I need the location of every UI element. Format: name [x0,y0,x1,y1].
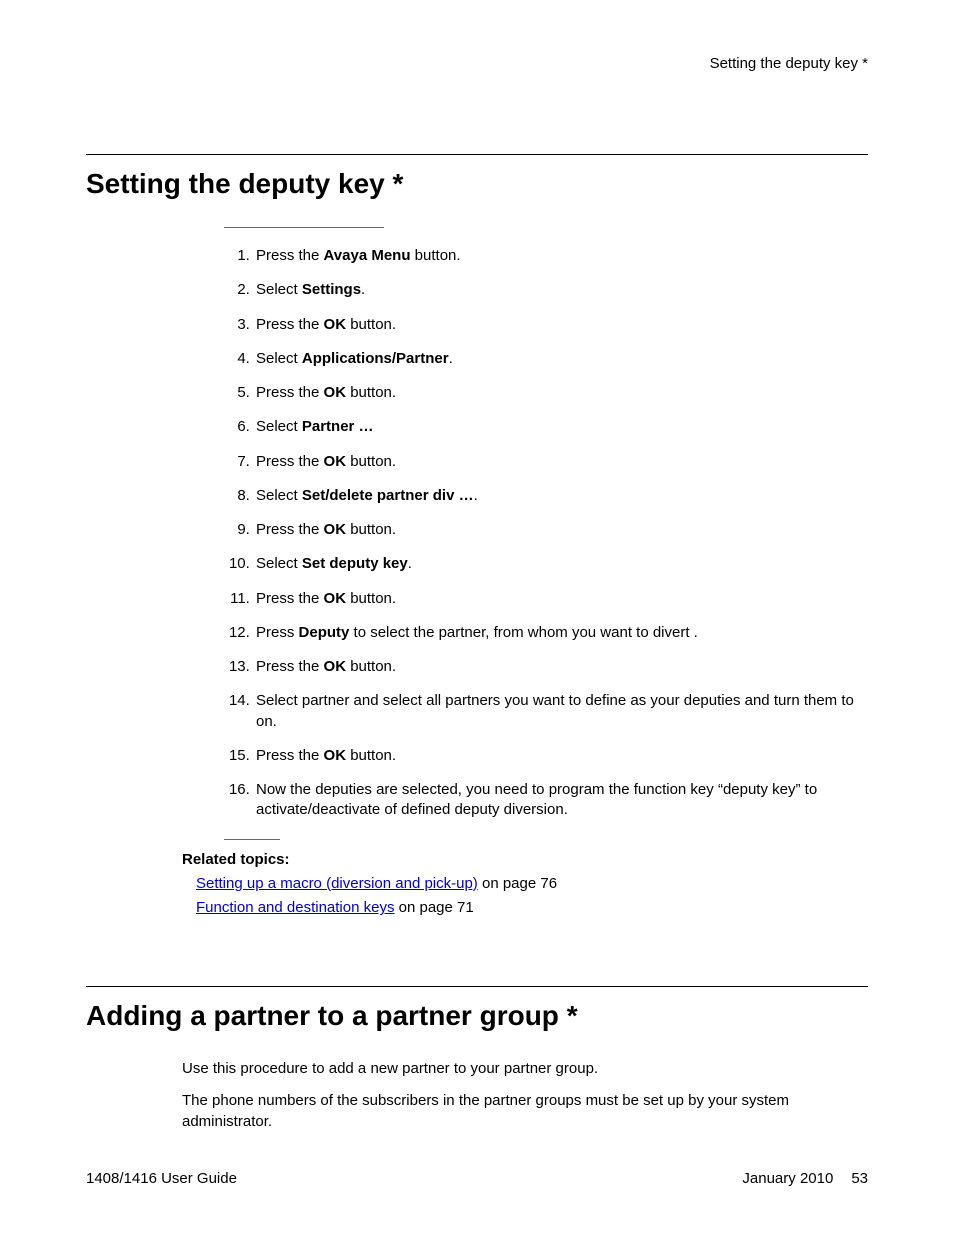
step-bold-term: OK [324,384,347,401]
paragraph: The phone numbers of the subscribers in … [182,1091,868,1132]
step-bold-term: OK [324,521,347,538]
step-bold-term: Settings [302,281,361,298]
step-bold-term: Deputy [299,624,350,641]
step-item: Select Set deputy key. [254,554,868,574]
step-item: Press the OK button. [254,383,868,403]
steps-block: Press the Avaya Menu button. Select Setti… [224,227,868,840]
related-link-line: Setting up a macro (diversion and pick-u… [196,874,868,894]
step-item: Press the OK button. [254,520,868,540]
step-bold-term: OK [324,747,347,764]
section-title-adding-partner: Adding a partner to a partner group * [86,997,868,1035]
paragraph: Use this procedure to add a new partner … [182,1059,868,1079]
page: Setting the deputy key * Setting the dep… [0,0,954,1235]
page-footer: 1408/1416 User Guide January 2010 53 [86,1169,868,1189]
step-bold-term: Applications/Partner [302,350,449,367]
footer-date: January 2010 [742,1169,833,1189]
step-item: Press the OK button. [254,657,868,677]
related-link[interactable]: Function and destination keys [196,899,394,916]
section-rule [86,154,868,155]
step-bold-term: Set/delete partner div … [302,487,474,504]
step-item: Press the OK button. [254,452,868,472]
section-title-setting-deputy: Setting the deputy key * [86,165,868,203]
step-bold-term: Set deputy key [302,555,408,572]
step-item: Press Deputy to select the partner, from… [254,623,868,643]
section-rule [86,986,868,987]
related-link[interactable]: Setting up a macro (diversion and pick-u… [196,875,478,892]
step-item: Select Set/delete partner div …. [254,486,868,506]
step-bold-term: OK [324,453,347,470]
running-header: Setting the deputy key * [86,54,868,74]
related-topics: Related topics: Setting up a macro (dive… [182,850,868,919]
steps-list: Press the Avaya Menu button. Select Setti… [224,246,868,821]
related-link-line: Function and destination keys on page 71 [196,898,868,918]
footer-page-number: 53 [851,1169,868,1189]
step-item: Press the OK button. [254,589,868,609]
step-item: Press the Avaya Menu button. [254,246,868,266]
step-item: Now the deputies are selected, you need … [254,780,868,821]
short-rule [224,227,384,228]
step-bold-term: Partner … [302,418,374,435]
step-bold-term: OK [324,316,347,333]
step-bold-term: OK [324,590,347,607]
step-item: Select Settings. [254,280,868,300]
tiny-rule [224,839,280,840]
step-bold-term: Avaya Menu [324,247,411,264]
footer-guide-name: 1408/1416 User Guide [86,1169,237,1189]
step-item: Press the OK button. [254,315,868,335]
step-item: Select Partner … [254,417,868,437]
step-bold-term: OK [324,658,347,675]
step-item: Select partner and select all partners y… [254,691,868,732]
step-item: Select Applications/Partner. [254,349,868,369]
related-title: Related topics: [182,850,868,870]
related-links: Setting up a macro (diversion and pick-u… [196,874,868,919]
step-item: Press the OK button. [254,746,868,766]
